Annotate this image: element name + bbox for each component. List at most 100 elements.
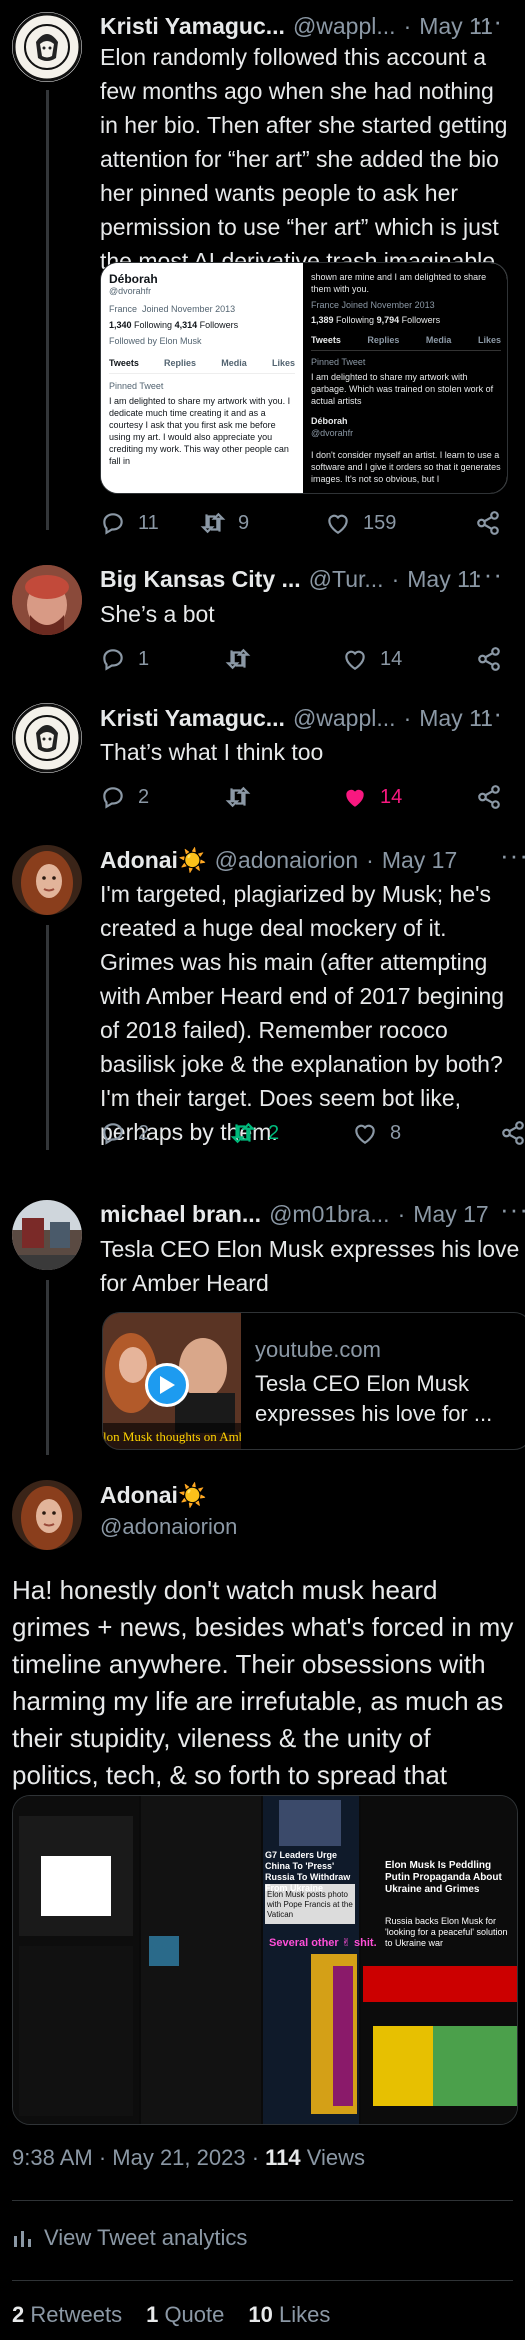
likes-count: 10 — [248, 2302, 273, 2327]
collage-caption-pope: Elon Musk posts photo with Pope Francis … — [267, 1890, 353, 1919]
tweet-date[interactable]: May 17 — [382, 847, 457, 874]
screenshot-location: France — [109, 304, 138, 314]
screenshot-tab: Media — [425, 335, 452, 345]
youtube-link-card[interactable]: lon Musk thoughts on Amber He youtube.co… — [102, 1312, 525, 1450]
retweet-button[interactable] — [225, 784, 342, 810]
screenshot-right-bottom: I don't consider myself an artist. I lea… — [311, 450, 501, 484]
screenshot-left-panel: Déborah @dvorahfr France Joined November… — [101, 263, 303, 493]
display-name[interactable]: Big Kansas City ... — [100, 566, 301, 593]
reply-button[interactable]: 2 — [100, 1120, 230, 1146]
retweet-active-icon — [230, 1122, 256, 1144]
reply-icon — [103, 787, 123, 809]
like-button[interactable]: 8 — [352, 1120, 500, 1146]
retweet-button[interactable]: 2 — [230, 1120, 352, 1146]
heart-icon — [345, 650, 365, 671]
display-name[interactable]: Adonai☀️ — [100, 847, 207, 874]
avatar-michael[interactable] — [12, 1200, 82, 1270]
quotes-stat[interactable]: 1 Quote — [146, 2302, 224, 2328]
collage-caption-russia: Russia backs Elon Musk for 'looking for … — [385, 1916, 508, 1948]
reply-icon — [103, 513, 123, 535]
share-icon — [502, 1121, 524, 1145]
views-count: 114 — [265, 2145, 301, 2170]
attached-screenshot[interactable]: Déborah @dvorahfr France Joined November… — [100, 262, 508, 494]
screenshot-following: 1,389 — [311, 315, 334, 325]
display-name[interactable]: Adonai☀️ — [100, 1482, 207, 1509]
screenshot-tweet: I am delighted to share my artwork with … — [311, 372, 494, 406]
quotes-count: 1 — [146, 2302, 159, 2327]
share-button[interactable] — [476, 646, 502, 672]
tweet-date[interactable]: May 11 — [407, 566, 481, 593]
user-handle[interactable]: @wappl... — [293, 13, 396, 40]
tweet-date[interactable]: May 17 — [413, 1201, 488, 1228]
screenshot-following: 1,340 — [109, 320, 132, 330]
avatar-adonai[interactable] — [12, 845, 82, 915]
retweet-button[interactable]: 9 — [200, 510, 325, 536]
collage-graphic — [13, 1796, 517, 2124]
video-thumbnail[interactable]: lon Musk thoughts on Amber He — [103, 1313, 241, 1449]
avatar-bigkc[interactable] — [12, 565, 82, 635]
retweet-button[interactable] — [225, 646, 342, 672]
screenshot-tab: Replies — [367, 335, 400, 345]
more-options-icon[interactable]: ··· — [500, 840, 525, 871]
tweet-actions: 2 2 8 — [100, 1118, 525, 1148]
display-name[interactable]: Kristi Yamaguc... — [100, 705, 285, 732]
reply-count: 11 — [138, 511, 159, 534]
user-handle[interactable]: @m01bra... — [269, 1201, 390, 1228]
user-handle[interactable]: @adonaiorion — [215, 847, 359, 874]
heart-icon — [328, 514, 348, 535]
view-analytics-link[interactable]: View Tweet analytics — [12, 2225, 247, 2251]
like-count: 8 — [390, 1121, 402, 1144]
thumbnail-caption: lon Musk thoughts on Amber He — [103, 1429, 241, 1444]
screenshot-tweet: I am delighted to share my artwork with … — [109, 396, 291, 466]
tweet-timestamp[interactable]: 9:38 AM · May 21, 2023 · 114 Views — [12, 2145, 365, 2171]
reply-count: 2 — [138, 1121, 150, 1144]
retweet-count: 2 — [268, 1121, 280, 1144]
screenshot-profile-name: Déborah — [311, 416, 348, 426]
reply-button[interactable]: 1 — [100, 646, 225, 672]
tweet-actions: 2 14 — [100, 782, 510, 812]
retweet-icon — [225, 786, 251, 808]
tweet-text: That’s what I think too — [100, 739, 324, 765]
retweets-stat[interactable]: 2 Retweets — [12, 2302, 122, 2328]
avatar-kristi[interactable] — [12, 12, 82, 82]
user-handle[interactable]: @Tur... — [309, 566, 384, 593]
like-count: 14 — [380, 785, 403, 808]
user-handle[interactable]: @wappl... — [293, 705, 396, 732]
like-button[interactable]: 14 — [342, 784, 476, 810]
tweet-text: I'm targeted, plagiarized by Musk; he's … — [100, 881, 505, 1145]
like-button[interactable]: 159 — [325, 510, 475, 536]
like-count: 159 — [363, 511, 397, 534]
like-button[interactable]: 14 — [342, 646, 476, 672]
like-count: 14 — [380, 647, 403, 670]
screenshot-right-top: shown are mine and I am delighted to sha… — [311, 272, 487, 294]
more-options-icon[interactable]: ··· — [474, 6, 503, 37]
heart-filled-icon — [346, 789, 364, 807]
screenshot-tab: Tweets — [109, 358, 139, 368]
more-options-icon[interactable]: ··· — [474, 698, 503, 729]
share-button[interactable] — [475, 510, 501, 536]
reply-button[interactable]: 11 — [100, 510, 200, 536]
attached-collage-image[interactable]: G7 Leaders Urge China To 'Press' Russia … — [12, 1795, 518, 2125]
tweet-text: She’s a bot — [100, 601, 215, 627]
more-options-icon[interactable]: ··· — [500, 1194, 525, 1225]
screenshot-location: France — [311, 300, 340, 310]
separator-dot: · — [403, 13, 412, 39]
share-button[interactable] — [476, 784, 502, 810]
avatar-kristi[interactable] — [12, 703, 82, 773]
reply-icon — [103, 649, 123, 671]
card-domain: youtube.com — [255, 1337, 381, 1362]
display-name[interactable]: Kristi Yamaguc... — [100, 13, 285, 40]
reply-button[interactable]: 2 — [100, 784, 225, 810]
screenshot-followers: 9,794 — [376, 315, 400, 325]
more-options-icon[interactable]: ··· — [474, 559, 503, 590]
likes-stat[interactable]: 10 Likes — [248, 2302, 330, 2328]
play-button-icon[interactable] — [145, 1363, 189, 1407]
separator-dot: · — [397, 1201, 406, 1227]
share-button[interactable] — [500, 1120, 525, 1146]
screenshot-pinned: Pinned Tweet — [109, 381, 164, 391]
display-name[interactable]: michael bran... — [100, 1201, 261, 1228]
user-handle[interactable]: @adonaiorion — [100, 1514, 237, 1540]
avatar-adonai[interactable] — [12, 1480, 82, 1550]
views-label: Views — [300, 2145, 366, 2170]
timestamp-text: 9:38 AM · May 21, 2023 · — [12, 2145, 266, 2170]
